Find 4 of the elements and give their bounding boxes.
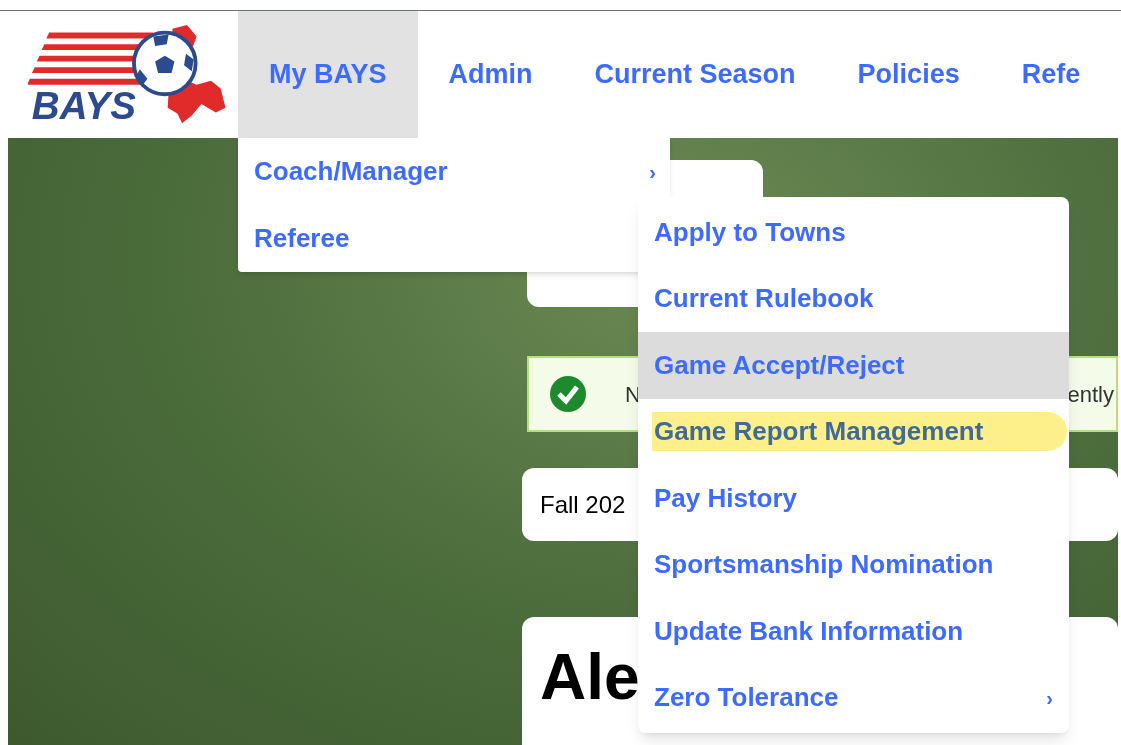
soccer-logo: BAYS [28,18,238,131]
profile-heading: Ale [540,641,640,713]
season-text: Fall 202 [540,489,626,520]
alert-text: ently [1067,380,1114,409]
